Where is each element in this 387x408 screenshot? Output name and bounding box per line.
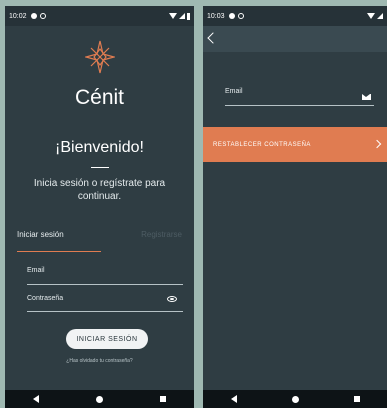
notification-icon [237,13,244,19]
system-nav-bar [203,390,387,408]
reset-password-label: RESTABLECER CONTRASEÑA [213,141,311,148]
chevron-right-icon [372,139,382,149]
welcome-title: ¡Bienvenido! [55,139,144,156]
settings-icon [228,13,235,19]
divider [91,167,109,168]
nav-home-icon[interactable] [95,395,103,403]
email-field[interactable]: Email [225,88,243,95]
login-screen: 10:02 Cénit ¡Bienvenido! Inicia sesión o… [5,6,194,408]
welcome-subtitle: Inicia sesión o regístrate para continua… [33,178,166,202]
show-password-icon[interactable] [167,296,177,302]
app-bar [203,26,387,52]
nav-home-icon[interactable] [291,395,299,403]
reset-password-screen: 10:03 Email RESTABLECER CONTRASEÑA [203,6,387,408]
status-time: 10:02 [9,12,27,20]
settings-icon [30,13,37,19]
email-underline [27,284,183,285]
active-tab-indicator [17,251,101,252]
email-field[interactable]: Email [27,267,45,274]
password-field[interactable]: Contraseña [27,295,63,302]
brand-name: Cénit [74,86,125,109]
nav-back-icon[interactable] [33,395,40,403]
status-time: 10:03 [207,12,225,20]
forgot-password-link[interactable]: ¿Has olvidado tu contraseña? [5,358,194,364]
reset-password-button[interactable]: RESTABLECER CONTRASEÑA [203,127,387,162]
battery-icon [187,12,190,20]
notification-icon [39,13,46,19]
mail-icon [362,94,371,100]
nav-recents-icon[interactable] [159,396,166,402]
signal-icon [179,13,185,19]
status-bar: 10:02 [5,6,194,26]
password-underline [27,311,183,312]
compass-logo-icon [5,40,194,74]
status-bar: 10:03 [203,6,387,26]
nav-recents-icon[interactable] [353,396,360,402]
auth-tabs: Iniciar sesión Registrarse [17,230,182,250]
wifi-icon [367,13,375,19]
tab-login[interactable]: Iniciar sesión [17,230,100,250]
login-button[interactable]: INICIAR SESIÓN [66,329,148,349]
tab-register[interactable]: Registrarse [100,230,182,250]
back-arrow-icon[interactable] [207,32,219,44]
wifi-icon [169,13,177,19]
signal-icon [377,13,383,19]
nav-back-icon[interactable] [230,395,237,403]
system-nav-bar [5,390,194,408]
email-underline [225,105,374,106]
